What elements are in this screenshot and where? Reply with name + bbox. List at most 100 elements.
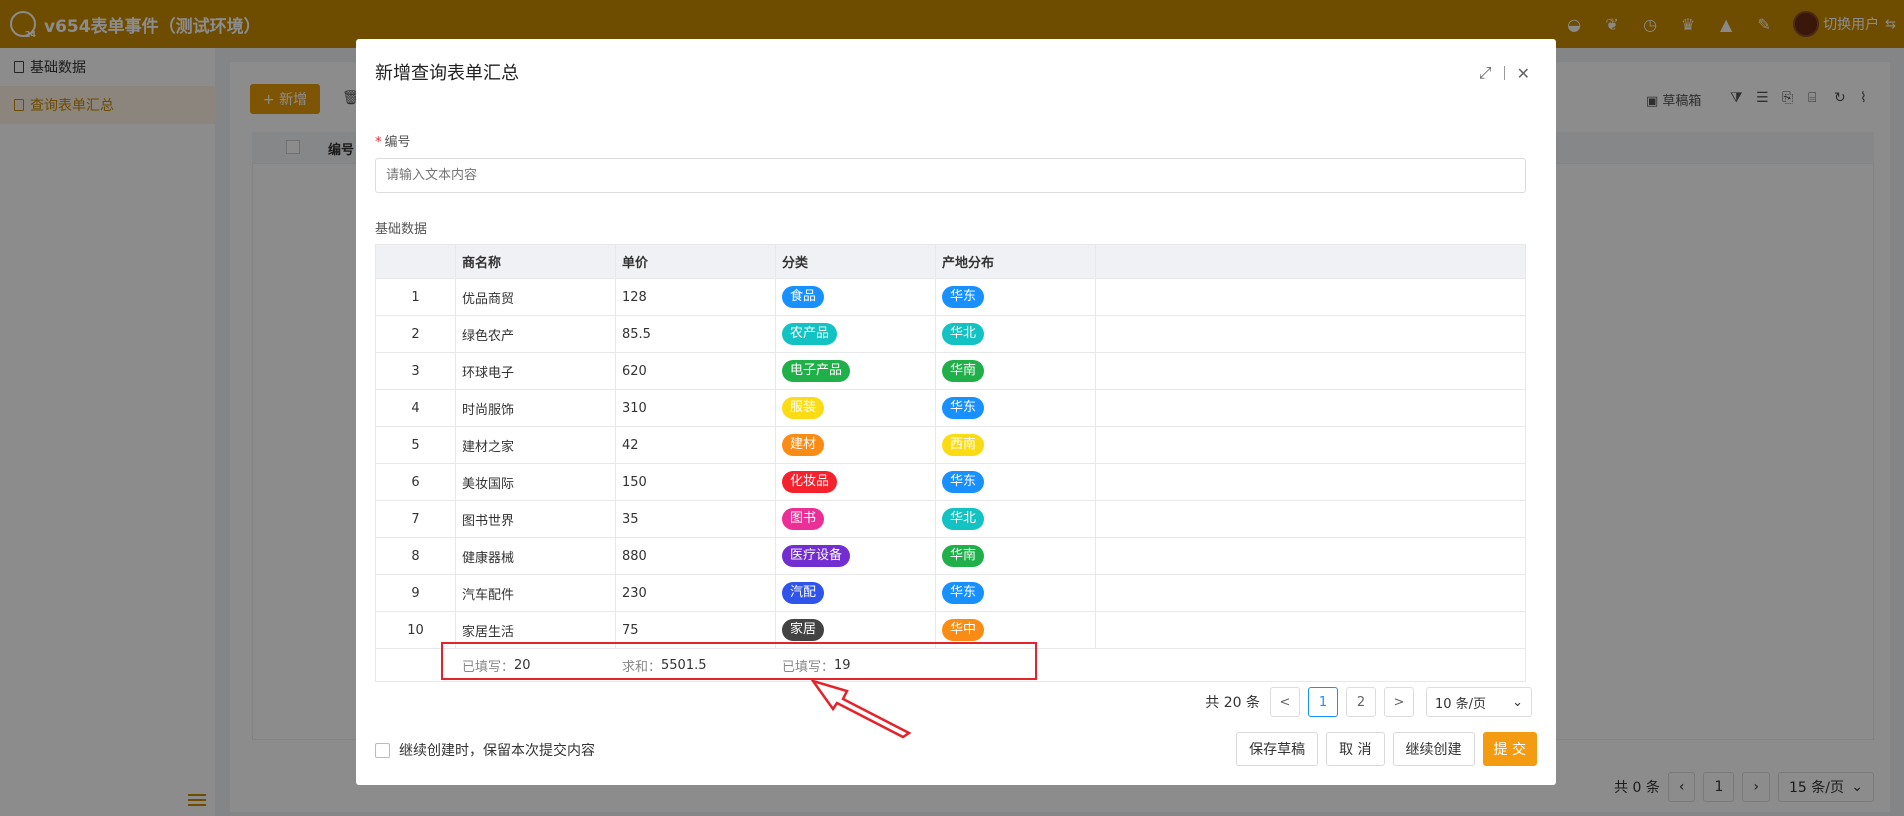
row-region-cell: 华东 [936,575,1096,611]
category-tag: 服装 [782,397,825,419]
region-tag: 华北 [942,508,985,530]
row-name: 优品商贸 [456,279,616,315]
annotation-highlight-box [441,642,1037,680]
row-name: 美妆国际 [456,464,616,500]
category-tag: 建材 [782,434,825,456]
table-pagination: 共 20 条 < 1 2 > 10 条/页 ⌄ [1205,687,1532,717]
row-price: 42 [616,427,776,463]
row-spacer [1096,612,1525,648]
cancel-button[interactable]: 取 消 [1326,732,1385,766]
table-row[interactable]: 9 汽车配件 230 汽配 华东 [376,575,1525,612]
region-tag: 华南 [942,545,985,567]
row-index: 7 [376,501,456,537]
page-size-value: 10 条/页 [1435,696,1487,712]
row-category-cell: 医疗设备 [776,538,936,574]
row-region-cell: 华东 [936,279,1096,315]
total-count: 共 20 条 [1205,695,1260,711]
number-input[interactable] [375,158,1526,193]
row-name: 环球电子 [456,353,616,389]
region-tag: 华南 [942,360,985,382]
save-draft-button[interactable]: 保存草稿 [1236,732,1319,766]
row-region-cell: 西南 [936,427,1096,463]
category-tag: 化妆品 [782,471,838,493]
row-name: 汽车配件 [456,575,616,611]
table-row[interactable]: 8 健康器械 880 医疗设备 华南 [376,538,1525,575]
table-row[interactable]: 3 环球电子 620 电子产品 华南 [376,353,1525,390]
number-field-label-text: 编号 [384,135,411,150]
region-tag: 华北 [942,323,985,345]
submit-button[interactable]: 提 交 [1482,732,1537,766]
row-name: 建材之家 [456,427,616,463]
category-tag: 农产品 [782,323,838,345]
page-button-1[interactable]: 1 [1308,687,1338,717]
required-marker: * [375,135,382,150]
next-page-button[interactable]: > [1384,687,1414,717]
row-name: 图书世界 [456,501,616,537]
row-region-cell: 华东 [936,390,1096,426]
column-header-price: 单价 [616,245,776,278]
page-button-2[interactable]: 2 [1346,687,1376,717]
table-row[interactable]: 4 时尚服饰 310 服装 华东 [376,390,1525,427]
row-spacer [1096,538,1525,574]
row-index: 5 [376,427,456,463]
row-index: 6 [376,464,456,500]
footer-buttons: 保存草稿 取 消 继续创建 提 交 [1228,732,1537,766]
category-tag: 图书 [782,508,825,530]
row-category-cell: 汽配 [776,575,936,611]
table-row[interactable]: 2 绿色农产 85.5 农产品 华北 [376,316,1525,353]
table-row[interactable]: 1 优品商贸 128 食品 华东 [376,279,1525,316]
column-header-spacer [1096,245,1525,278]
page-size-select[interactable]: 10 条/页 ⌄ [1426,687,1532,717]
continue-create-button[interactable]: 继续创建 [1392,732,1475,766]
row-name: 健康器械 [456,538,616,574]
row-spacer [1096,279,1525,315]
row-category-cell: 电子产品 [776,353,936,389]
category-tag: 家居 [782,619,825,641]
table-row[interactable]: 7 图书世界 35 图书 华北 [376,501,1525,538]
base-data-table: 商名称 单价 分类 产地分布 1 优品商贸 128 食品 华东 2 绿色农产 85.5 农产品华… [375,244,1526,682]
column-header-name: 商名称 [456,245,616,278]
divider [1503,66,1505,80]
row-spacer [1096,353,1525,389]
row-price: 230 [616,575,776,611]
region-tag: 华东 [942,286,985,308]
row-region-cell: 华南 [936,353,1096,389]
table-row[interactable]: 5 建材之家 42 建材 西南 [376,427,1525,464]
row-spacer [1096,316,1525,352]
table-header-row: 商名称 单价 分类 产地分布 [376,245,1525,279]
table-rows: 1 优品商贸 128 食品 华东 2 绿色农产 85.5 农产品 华北 3 环球电子 620 电子产品 华南… [376,279,1525,649]
row-index: 1 [376,279,456,315]
prev-page-button[interactable]: < [1270,687,1300,717]
create-dialog: 新增查询表单汇总 ⤢ ✕ *编号 基础数据 商名称 单价 分类 产地分布 1优品… [356,39,1556,785]
keep-content-checkbox[interactable] [375,742,390,758]
annotation-arrow-icon [811,679,912,739]
row-category-cell: 建材 [776,427,936,463]
expand-icon[interactable]: ⤢ [1479,63,1492,83]
row-spacer [1096,427,1525,463]
row-price: 85.5 [616,316,776,352]
row-index: 3 [376,353,456,389]
close-icon[interactable]: ✕ [1517,64,1530,83]
category-tag: 医疗设备 [782,545,851,567]
region-tag: 华东 [942,471,985,493]
table-row[interactable]: 6 美妆国际 150 化妆品 华东 [376,464,1525,501]
row-region-cell: 华东 [936,464,1096,500]
keep-content-option[interactable]: 继续创建时，保留本次提交内容 [375,740,595,760]
row-price: 150 [616,464,776,500]
row-index: 2 [376,316,456,352]
chevron-down-icon: ⌄ [1512,694,1523,710]
keep-content-label: 继续创建时，保留本次提交内容 [399,743,595,759]
region-tag: 华东 [942,582,985,604]
row-region-cell: 华南 [936,538,1096,574]
number-field-label: * 编号 [375,131,411,150]
row-index: 8 [376,538,456,574]
row-spacer [1096,390,1525,426]
row-spacer [1096,575,1525,611]
category-tag: 食品 [782,286,825,308]
row-index: 4 [376,390,456,426]
row-price: 128 [616,279,776,315]
row-price: 35 [616,501,776,537]
row-spacer [1096,464,1525,500]
row-price: 620 [616,353,776,389]
row-region-cell: 华北 [936,316,1096,352]
